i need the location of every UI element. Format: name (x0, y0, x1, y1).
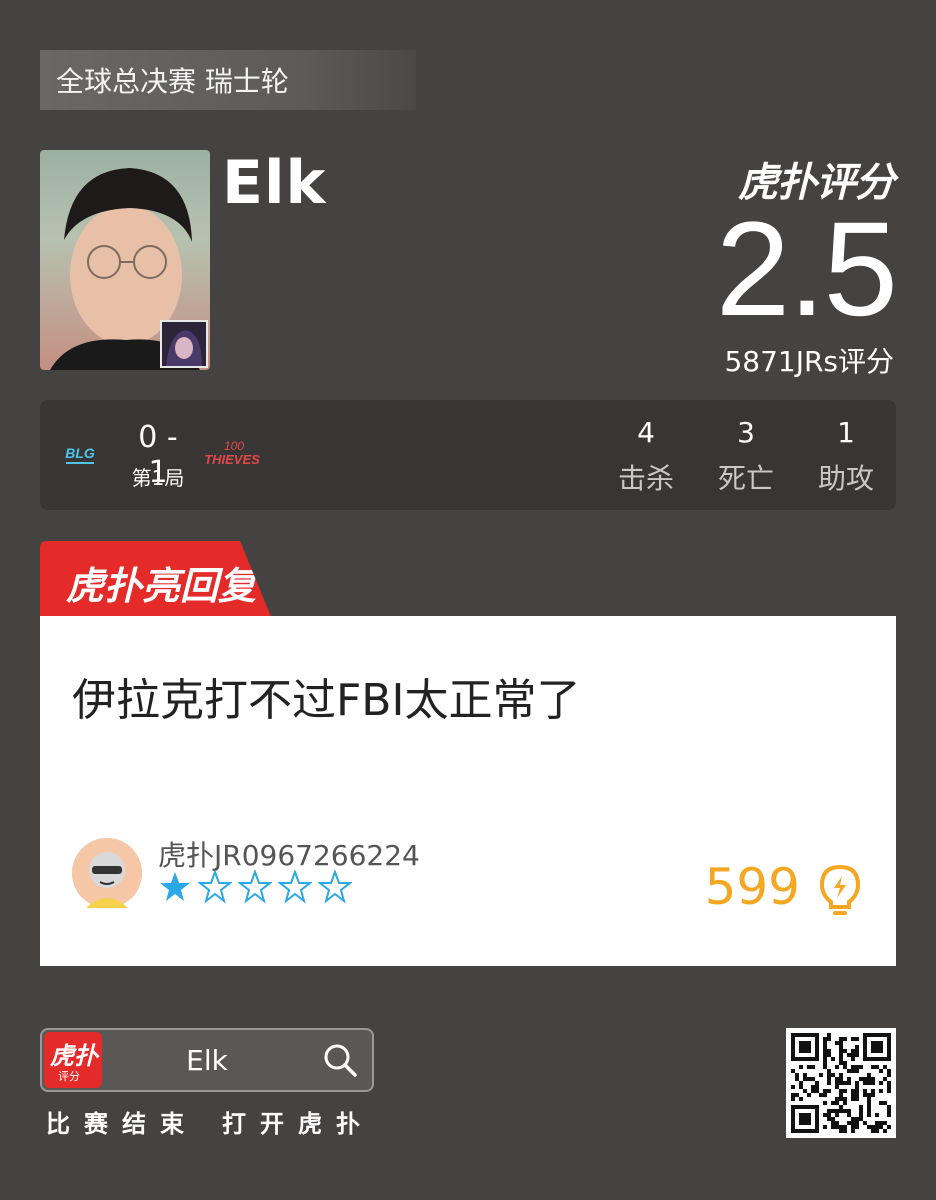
star-empty-icon (318, 870, 352, 904)
team-logo-100-thieves: 100 THIEVES (204, 439, 260, 467)
player-avatar (40, 150, 210, 370)
svg-text:100: 100 (224, 439, 244, 453)
search-bar[interactable]: 虎扑 评分 Elk (40, 1028, 374, 1092)
star-empty-icon (278, 870, 312, 904)
stat-assists-label: 助攻 (817, 462, 874, 495)
user-name[interactable]: 虎扑JR0967266224 (158, 834, 420, 874)
user-avatar[interactable] (72, 838, 142, 908)
rating-score: 2.5 (715, 195, 898, 344)
open-hupu-caption: 打开虎扑 (222, 1110, 374, 1138)
match-ended-caption: 比赛结束 (46, 1110, 198, 1138)
stat-deaths-label: 死亡 (717, 462, 774, 495)
star-filled-icon (160, 872, 190, 901)
stat-kills: 4 击杀 (606, 416, 686, 497)
game-number: 第1局 (131, 466, 185, 490)
stat-deaths-value: 3 (737, 416, 755, 449)
lightbulb-icon[interactable] (818, 864, 862, 918)
champion-icon (160, 320, 208, 368)
event-tag-label: 全球总决赛 瑞士轮 (56, 65, 289, 98)
match-card: BLG 0 - 1 第1局 100 THIEVES 4 击杀 3 死亡 1 助攻 (40, 400, 896, 510)
star-empty-icon (238, 870, 272, 904)
svg-text:BLG: BLG (65, 445, 95, 461)
reply-text: 伊拉克打不过FBI太正常了 (72, 675, 581, 726)
star-empty-icon (198, 870, 232, 904)
reply-card[interactable]: 伊拉克打不过FBI太正常了 虎扑JR0967266224 599 (40, 616, 896, 966)
likes-count: 599 (704, 858, 800, 916)
reply-tab-label: 虎扑亮回复 (66, 564, 257, 608)
stat-assists: 1 助攻 (806, 416, 886, 497)
reply-tab: 虎扑亮回复 (40, 541, 272, 619)
team-logo-blg: BLG (65, 445, 95, 464)
player-name: Elk (222, 148, 327, 218)
rating-count: 5871JRs评分 (724, 345, 894, 378)
stat-kills-label: 击杀 (617, 462, 674, 495)
stat-deaths: 3 死亡 (706, 416, 786, 497)
stat-assists-value: 1 (837, 416, 855, 449)
qr-code (786, 1028, 896, 1138)
search-icon[interactable] (322, 1042, 358, 1078)
event-tag: 全球总决赛 瑞士轮 (40, 50, 416, 110)
svg-text:THIEVES: THIEVES (204, 452, 260, 467)
stat-kills-value: 4 (637, 416, 655, 449)
star-rating (158, 870, 352, 904)
